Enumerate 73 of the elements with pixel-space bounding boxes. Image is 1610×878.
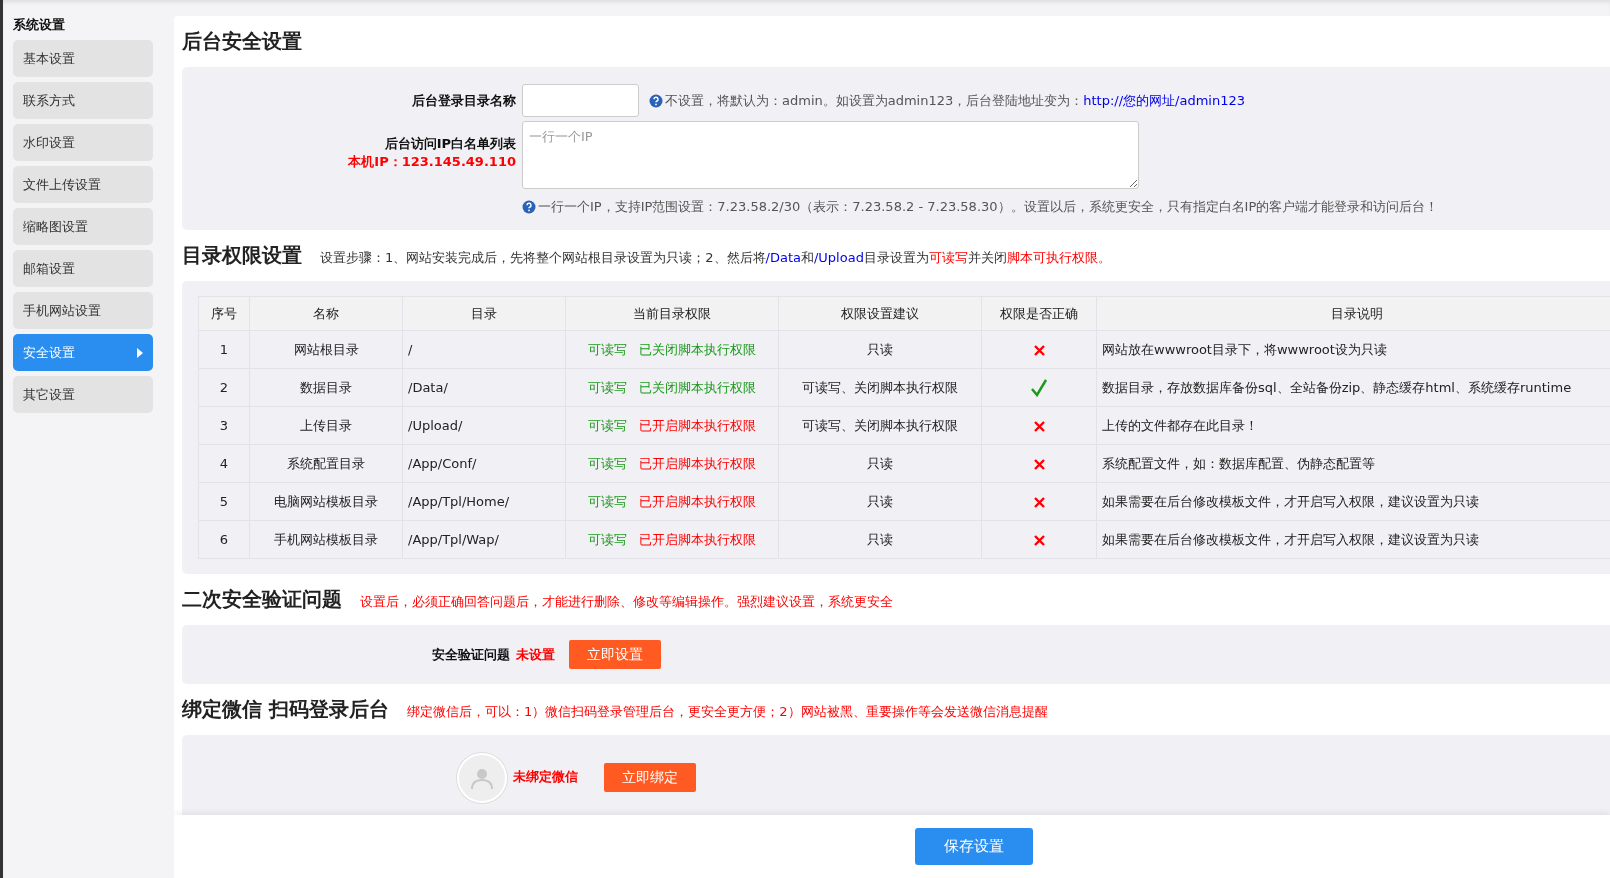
section-note: 设置后，必须正确回答问题后，才能进行删除、修改等编辑操作。强烈建议设置，系统更安全 (360, 593, 893, 611)
table-cell: 只读 (778, 330, 982, 369)
table-cell: 可读写、关闭脚本执行权限 (778, 406, 982, 445)
table-cell: /Upload/ (402, 406, 566, 445)
sidebar-item[interactable]: 联系方式 (13, 82, 153, 119)
permission-text: 可读写 (588, 378, 627, 397)
column-header: 权限是否正确 (981, 296, 1097, 331)
column-header: 序号 (198, 296, 250, 331)
script-status-text: 已开启脚本执行权限 (639, 492, 756, 511)
table-cell: 只读 (778, 520, 982, 559)
table-cell: 3 (198, 406, 250, 445)
admin-url-link[interactable]: http://您的网址/admin123 (1083, 91, 1246, 110)
script-status-text: 已开启脚本执行权限 (639, 454, 756, 473)
status-text: 未设置 (516, 645, 555, 664)
permission-text: 可读写 (588, 340, 627, 359)
script-status-text: 已开启脚本执行权限 (639, 416, 756, 435)
hint-text: 一行一个IP，支持IP范围设置：7.23.58.2/30（表示：7.23.58.2 - 7.23.58.30）。设置以后，系统更安全，只有指定白名IP的客户端才能登录和访问后台！ (538, 198, 1439, 216)
column-header: 目录 (402, 296, 566, 331)
section-note: 绑定微信后，可以：1）微信扫码登录管理后台，更安全更方便；2）网站被黑、重要操作等会发送微信消息提醒 (406, 703, 1048, 721)
login-dir-field[interactable] (522, 84, 639, 117)
field-label: 后台访问IP白名单列表 (383, 135, 516, 153)
table-cell: 系统配置目录 (249, 444, 403, 483)
section-title: 目录权限设置 (182, 242, 302, 269)
hint-text: 不设置，将默认为：admin。如设置为admin123，后台登陆地址变为： (665, 91, 1084, 110)
caret-icon (137, 347, 143, 358)
column-header: 权限设置建议 (778, 296, 982, 331)
field-label: 安全验证问题 (432, 645, 510, 664)
steps-text: 设置步骤：1、网站安装完成后，先将整个网站根目录设置为只读；2、然后将/Data和/Upload 目录设置为可读写并关闭脚本可执行权限。 (320, 249, 1111, 267)
help-icon (522, 200, 536, 214)
table-cell: 6 (198, 520, 250, 559)
table-cell: 4 (198, 444, 250, 483)
permission-text: 可读写 (588, 416, 627, 435)
page-title: 后台安全设置 (182, 28, 303, 55)
table-cell: 只读 (778, 482, 982, 521)
sidebar-item[interactable]: 水印设置 (13, 124, 153, 161)
table-cell: 上传目录 (249, 406, 403, 445)
table-cell: 手机网站模板目录 (249, 520, 403, 559)
avatar-icon (457, 753, 507, 803)
sidebar-item[interactable]: 文件上传设置 (13, 166, 153, 203)
section-title: 绑定微信 扫码登录后台 (182, 696, 389, 723)
column-header: 当前目录权限 (565, 296, 779, 331)
table-cell: 2 (198, 368, 250, 407)
table-cell: 电脑网站模板目录 (249, 482, 403, 521)
table-cell: /Data/ (402, 368, 566, 407)
table-cell: /App/Conf/ (402, 444, 566, 483)
table-cell: 数据目录 (249, 368, 403, 407)
sidebar-item[interactable]: 缩略图设置 (13, 208, 153, 245)
sidebar-item[interactable]: 邮箱设置 (13, 250, 153, 287)
sidebar-title: 系统设置 (13, 16, 66, 34)
table-cell: 1 (198, 330, 250, 369)
column-header: 名称 (249, 296, 403, 331)
table-cell: 网站根目录 (249, 330, 403, 369)
table-cell: /App/Tpl/Home/ (402, 482, 566, 521)
script-status-text: 已开启脚本执行权限 (639, 530, 756, 549)
field-label: 后台登录目录名称 (411, 91, 517, 110)
permission-text: 可读写 (588, 530, 627, 549)
help-icon (649, 93, 663, 108)
table-cell: 只读 (778, 444, 982, 483)
script-status-text: 已关闭脚本执行权限 (639, 340, 756, 359)
permission-text: 可读写 (588, 492, 627, 511)
script-status-text: 已关闭脚本执行权限 (639, 378, 756, 397)
table-cell: 可读写、关闭脚本执行权限 (778, 368, 982, 407)
permission-text: 可读写 (588, 454, 627, 473)
sidebar-item[interactable]: 手机网站设置 (13, 292, 153, 329)
status-text: 未绑定微信 (513, 768, 578, 786)
column-header: 目录说明 (1096, 296, 1610, 331)
sidebar-item[interactable]: 其它设置 (13, 376, 153, 413)
sidebar-item[interactable]: 基本设置 (13, 40, 153, 77)
local-ip-text: 本机IP：123.145.49.110 (347, 153, 516, 171)
table-cell: /App/Tpl/Wap/ (402, 520, 566, 559)
table-cell: / (402, 330, 566, 369)
section-title: 二次安全验证问题 (182, 586, 342, 613)
table-cell: 5 (198, 482, 250, 521)
